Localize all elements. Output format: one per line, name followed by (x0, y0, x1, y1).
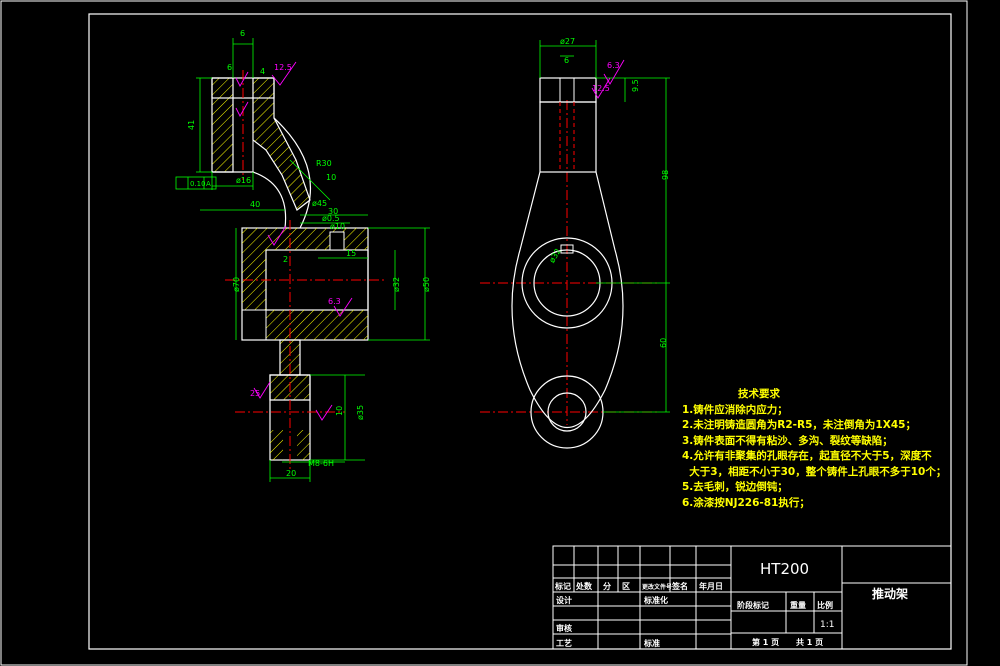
dim-50: ø50 (422, 277, 431, 292)
dim-r30: R30 (316, 159, 332, 168)
dim-10b: ø10 (330, 222, 345, 231)
standardize-label: 标准化 (643, 595, 668, 605)
total-label: 共 1 页 (796, 637, 823, 647)
ratio-label: 比例 (817, 600, 833, 610)
dim-6-left: 6 (227, 63, 232, 72)
weight-label: 重量 (790, 600, 806, 610)
col-header-1: 处数 (575, 581, 593, 591)
dim-16: ø16 (236, 176, 251, 185)
dim-20: 20 (286, 469, 296, 478)
col-header-3: 区 (622, 582, 630, 591)
dim-25: 25 (250, 389, 260, 398)
dim-35: ø35 (356, 405, 365, 420)
middle-hatch-bottom (266, 310, 368, 340)
dim-40: 40 (250, 200, 260, 209)
tech-item-1: 1.铸件应消除内应力； (682, 403, 788, 416)
dim-41: 41 (187, 120, 196, 130)
col-header-6: 年月日 (699, 581, 723, 591)
rough-6-3a: 6.3 (328, 297, 341, 306)
col-header-5: 签名 (671, 581, 688, 591)
dim-10c: 10 (335, 406, 344, 416)
dim-2: 2 (283, 255, 288, 264)
tech-item-7: 6.涂漆按NJ226-81执行； (682, 496, 810, 509)
technical-requirements: 技术要求 1.铸件应消除内应力； 2.未注明铸造圆角为R2-R5，未注倒角为1X… (682, 387, 952, 511)
top-boss-hatch (211, 77, 234, 173)
dim-60: 60 (659, 338, 668, 348)
part-name: 推动架 (872, 586, 908, 601)
tech-item-5: 大于3，相距不小于30，整个铸件上孔眼不多于10个； (682, 465, 947, 478)
dim-6-right: 6 (564, 56, 569, 65)
tech-title: 技术要求 (738, 388, 780, 400)
tech-item-3: 3.铸件表面不得有粘沙、多沟、裂纹等缺陷； (682, 434, 893, 447)
tech-item-6: 5.去毛刺，锐边倒钝； (682, 481, 788, 493)
bottom-boss-hatch-lower2 (297, 430, 310, 460)
dim-32r: ø32 (547, 247, 562, 265)
tech-item-4: 4.允许有非聚集的孔眼存在，起直径不大于5，深度不 (682, 450, 932, 462)
outer-frame (0, 0, 968, 666)
rough-6-3b: 6.3 (607, 61, 620, 70)
process-label: 工艺 (556, 638, 572, 648)
middle-left-lip (241, 309, 267, 341)
rough-12-5b: 12.5 (592, 84, 610, 93)
dim-98: 98 (661, 170, 670, 180)
tech-item-2: 2.未注明铸造圆角为R2-R5，未注倒角为1X45； (682, 419, 916, 431)
datum-label: A (206, 180, 211, 188)
small-hole (329, 231, 345, 251)
dim-27: ø27 (560, 37, 575, 46)
col-header-0: 标记 (554, 581, 571, 591)
col-header-2: 分 (603, 581, 611, 591)
dim-70: ø70 (232, 277, 241, 292)
review-label: 审核 (556, 623, 572, 633)
approve-label: 标准 (643, 638, 660, 648)
dim-9-5: 9.5 (631, 79, 640, 92)
tol-value: 0.10 (190, 180, 206, 188)
design-label: 设计 (556, 595, 572, 605)
section-view: 6 6 12.5 4 41 ø16 0.10 A 40 R30 10 ø45 3… (175, 29, 431, 482)
dim-6-top: 6 (240, 29, 245, 38)
dim-32: ø32 (392, 277, 401, 292)
post-shaft (539, 101, 597, 173)
col-header-4: 更改文件号 (642, 583, 672, 591)
dim-m8: M8-6H (308, 459, 334, 468)
bottom-boss-hatch-lower (270, 430, 283, 460)
stage-mark-label: 阶段标记 (737, 600, 769, 610)
scale-value: 1:1 (820, 620, 834, 630)
sheet-label: 第 1 页 (752, 637, 779, 647)
dim-10a: 10 (326, 173, 336, 182)
cad-drawing: 6 6 12.5 4 41 ø16 0.10 A 40 R30 10 ø45 3… (0, 0, 968, 666)
dim-4: 4 (260, 67, 265, 76)
front-view: ø27 6 6.3 12.5 9.5 98 60 ø32 (480, 37, 670, 449)
post-top (539, 77, 597, 103)
dim-12-5: 12.5 (274, 63, 292, 72)
dim-15: 15 (346, 249, 356, 258)
material: HT200 (760, 560, 809, 578)
dim-45: ø45 (312, 199, 327, 208)
